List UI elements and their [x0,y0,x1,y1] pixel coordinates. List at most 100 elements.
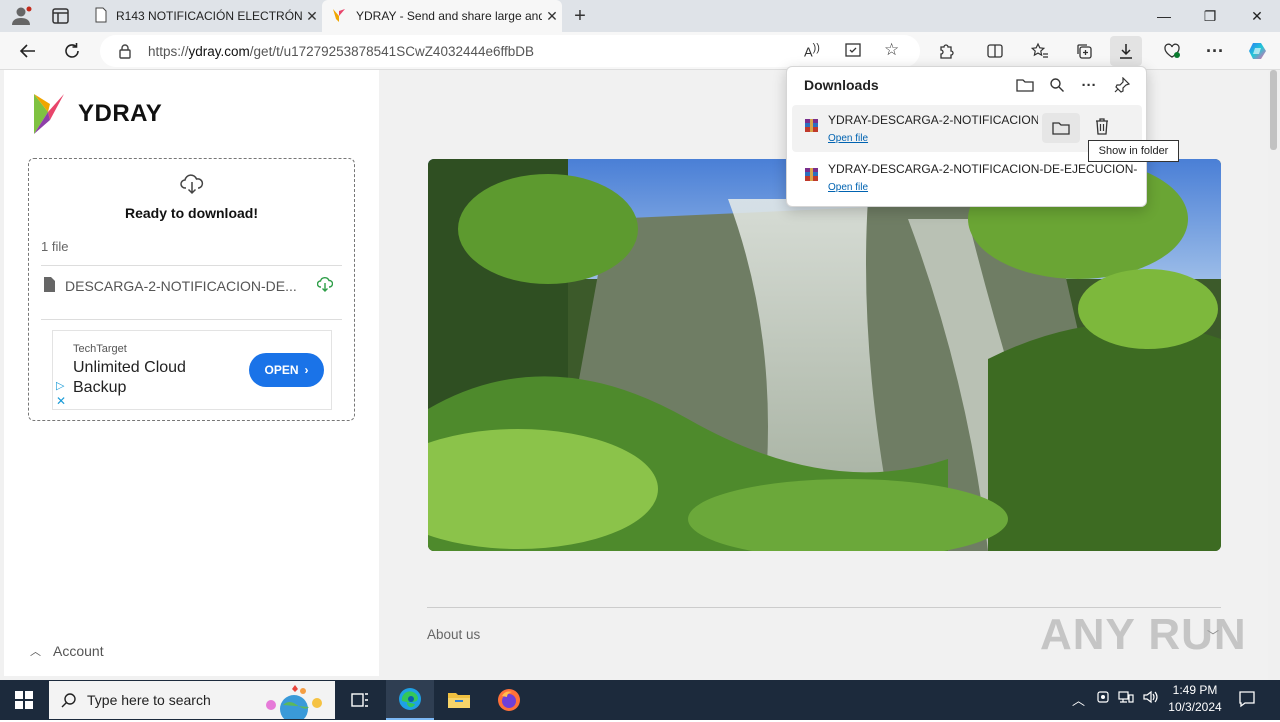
clock-date: 10/3/2024 [1168,700,1222,714]
tab-title: R143 NOTIFICACIÓN ELECTRÓNICA [116,9,302,23]
brand-name: YDRAY [78,100,163,127]
search-icon [61,692,77,711]
refresh-icon[interactable] [56,36,88,66]
download-status: Ready to download! [125,205,258,221]
favorites-icon[interactable] [1024,36,1056,66]
copilot-icon[interactable] [1242,36,1274,66]
divider [41,265,342,266]
new-tab-icon[interactable]: + [568,4,592,28]
show-in-folder-button[interactable] [1042,113,1080,143]
security-icon[interactable] [1096,690,1110,707]
url-prefix: https:// [148,43,189,59]
lock-icon [118,43,132,62]
immersive-reader-icon[interactable] [844,41,862,62]
ad-open-button[interactable]: OPEN › [249,353,324,387]
download-file-name: YDRAY-DESCARGA-2-NOTIFICACION-DE [828,113,1038,127]
downloads-flyout: Downloads ··· YDRAY-DESCARGA-2-NOTIFICAC… [786,66,1147,207]
taskbar-search[interactable]: Type here to search [49,681,335,722]
split-screen-icon[interactable] [979,36,1011,66]
footer-divider [427,607,1221,608]
close-window-icon[interactable]: ✕ [1234,0,1280,32]
open-file-link[interactable]: Open file [828,182,868,193]
clock-time: 1:49 PM [1172,683,1218,697]
url-path: /get/t/u17279253878541SCwZ4032444e6ffbDB [249,43,535,59]
windows-icon [15,691,33,709]
download-file-icon[interactable] [316,277,334,295]
notification-icon[interactable] [1238,690,1256,711]
chevron-up-icon: ︿ [30,646,41,658]
archive-file-icon [804,167,819,182]
scrollbar-thumb[interactable] [1270,70,1277,150]
tab-strip: R143 NOTIFICACIÓN ELECTRÓNICA ✕ YDRAY - … [0,0,1280,32]
file-row[interactable]: DESCARGA-2-NOTIFICACION-DE... [43,277,334,295]
search-highlight-icon [259,683,329,722]
anyrun-watermark: ANY RUN [1040,610,1247,659]
about-us-link[interactable]: About us [427,627,480,642]
more-options-icon[interactable]: ··· [1076,74,1102,96]
ad-close-icon[interactable]: ✕ [56,394,66,408]
firefox-icon[interactable] [485,680,533,720]
tab-ydray[interactable]: YDRAY - Send and share large and ✕ [322,0,562,32]
ydray-logo[interactable]: YDRAY [34,94,162,134]
search-icon[interactable] [1044,74,1070,96]
ydray-favicon-icon [332,8,346,25]
search-placeholder: Type here to search [87,692,211,708]
ad-brand: TechTarget [73,343,127,355]
edge-taskbar-icon[interactable] [386,680,434,720]
close-icon[interactable]: ✕ [302,8,322,25]
tooltip: Show in folder [1088,140,1179,162]
system-clock[interactable]: 1:49 PM 10/3/2024 [1162,682,1228,716]
network-icon[interactable] [1118,690,1134,707]
adchoices-icon[interactable]: ▷ [56,379,64,392]
chevron-right-icon: › [304,363,309,377]
account-toggle[interactable]: ︿ Account [30,643,104,659]
show-hidden-icons[interactable]: ︿ [1072,690,1085,709]
task-view-icon[interactable] [336,680,384,720]
file-count: 1 file [41,239,69,254]
file-explorer-icon[interactable] [435,680,483,720]
file-icon [43,277,55,295]
file-name: DESCARGA-2-NOTIFICACION-DE... [65,278,297,294]
download-box: Ready to download! 1 file DESCARGA-2-NOT… [28,158,355,421]
delete-icon[interactable] [1094,117,1110,140]
extensions-icon[interactable] [930,36,962,66]
background-image [428,159,1221,551]
profile-icon[interactable] [10,6,32,26]
downloads-title: Downloads [804,77,879,93]
downloads-icon[interactable] [1110,36,1142,66]
more-options-icon[interactable]: ··· [1199,36,1231,66]
download-panel: YDRAY Ready to download! 1 file DESCARGA… [4,70,379,676]
url-domain: ydray.com [188,43,250,59]
ad-open-label: OPEN [264,363,299,377]
pin-icon[interactable] [1109,74,1135,96]
address-bar[interactable]: https://ydray.com/get/t/u17279253878541S… [100,35,920,67]
start-button[interactable] [0,680,48,720]
open-downloads-folder-icon[interactable] [1012,74,1038,96]
ydray-logo-icon [34,94,64,134]
divider [41,319,342,320]
tab-actions-icon[interactable] [50,6,72,26]
page-scrollbar[interactable] [1268,70,1280,680]
close-icon[interactable]: ✕ [542,8,562,25]
folder-icon [1052,121,1070,135]
account-label: Account [53,643,104,659]
tab-title: YDRAY - Send and share large and [356,9,542,23]
taskbar: Type here to search ︿ 1:49 PM 10/3/2024 [0,680,1280,722]
ad-title: Unlimited Cloud Backup [73,359,186,396]
tab-notification[interactable]: R143 NOTIFICACIÓN ELECTRÓNICA ✕ [86,0,322,32]
advertisement[interactable]: TechTarget Unlimited Cloud Backup OPEN ›… [52,330,332,410]
cloud-download-icon [180,173,204,200]
collections-icon[interactable] [1068,36,1100,66]
download-file-name: YDRAY-DESCARGA-2-NOTIFICACION-DE-EJECUCI… [828,162,1138,176]
archive-file-icon [804,118,819,133]
favorite-star-icon[interactable]: ☆ [884,40,899,60]
read-aloud-icon[interactable]: A)) [804,42,820,59]
restore-icon[interactable]: ❐ [1187,0,1233,32]
document-icon [94,7,108,26]
volume-icon[interactable] [1142,690,1158,707]
open-file-link[interactable]: Open file [828,133,868,144]
minimize-icon[interactable]: — [1141,0,1187,32]
toolbar: https://ydray.com/get/t/u17279253878541S… [0,32,1280,70]
back-icon[interactable] [12,36,44,66]
browser-essentials-icon[interactable] [1156,36,1188,66]
